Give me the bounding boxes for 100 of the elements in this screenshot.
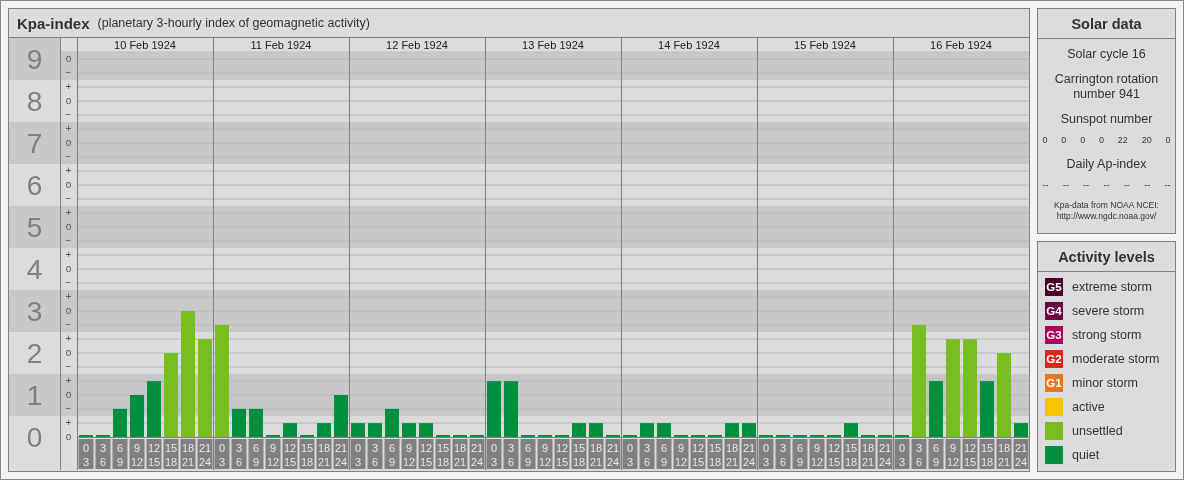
interval-label: 3 6	[95, 439, 111, 469]
x-tick-label: 0 3	[898, 442, 906, 468]
kp-minor-label: o	[65, 53, 72, 65]
x-tick-label: 0 3	[762, 442, 770, 468]
date-label: 14 Feb 1924	[658, 39, 720, 51]
interval-label: 12 15	[690, 439, 706, 469]
kp-bar	[351, 423, 365, 437]
interval-label: 0 3	[894, 439, 910, 469]
interval-label: 12 15	[554, 439, 570, 469]
kp-bar	[572, 423, 586, 437]
kp-bar	[113, 408, 127, 437]
interval-label: 9 12	[401, 439, 417, 469]
level-label: extreme storm	[1072, 280, 1152, 294]
kp-minor-label: +	[65, 207, 72, 219]
kp-bar	[317, 423, 331, 437]
kp-level-label: 6	[26, 170, 43, 202]
kp-bar	[725, 423, 739, 437]
interval-label: 18 21	[860, 439, 876, 469]
sunspot-value: 22	[1117, 135, 1128, 145]
kp-level-label: 1	[26, 380, 43, 411]
kp-minor-label: +	[65, 375, 72, 386]
kp-bar	[130, 395, 144, 437]
kp-level-label: 3	[26, 296, 43, 328]
panel-title: Solar data	[1038, 9, 1175, 39]
sunspot-value: 20	[1141, 135, 1152, 145]
interval-label: 9 12	[537, 439, 553, 469]
kp-bar	[334, 395, 348, 437]
kp-minor-label: o	[65, 389, 72, 400]
kp-minor-label: o	[65, 221, 72, 233]
date-label: 16 Feb 1924	[930, 39, 992, 51]
sunspot-value: 0	[1042, 135, 1048, 145]
kp-bar	[640, 423, 654, 437]
kp-bar	[402, 423, 416, 437]
x-tick-label: 6 9	[932, 442, 940, 468]
kp-minor-label: +	[65, 165, 72, 177]
interval-label: 12 15	[826, 439, 842, 469]
level-swatch: G3	[1045, 326, 1063, 344]
level-swatch: G2	[1045, 350, 1063, 368]
date-label: 13 Feb 1924	[522, 39, 584, 51]
kp-bar	[487, 381, 501, 437]
interval-label: 15 18	[707, 439, 723, 469]
level-label: strong storm	[1072, 328, 1142, 342]
date-label: 12 Feb 1924	[386, 39, 448, 51]
kp-minor-label: o	[65, 95, 72, 107]
sunspot-value: 0	[1061, 135, 1067, 145]
interval-label: 9 12	[129, 439, 145, 469]
interval-label: 3 6	[367, 439, 383, 469]
sunspot-value: 0	[1099, 135, 1104, 145]
interval-label: 15 18	[979, 439, 995, 469]
interval-label: 3 6	[911, 439, 927, 469]
level-label: moderate storm	[1072, 352, 1160, 366]
x-tick-label: 6 9	[388, 442, 396, 468]
interval-label: 0 3	[78, 439, 94, 469]
ap-index-value: --	[1144, 180, 1151, 190]
kp-bar	[980, 381, 994, 437]
kp-minor-label: −	[65, 67, 72, 79]
interval-label: 21 24	[605, 439, 621, 469]
carrington-text: Carrington rotation number 941	[1053, 72, 1160, 102]
chart-subtitle: (planetary 3-hourly index of geomagnetic activity)	[97, 16, 370, 30]
kp-minor-label: −	[65, 277, 72, 289]
interval-label: 12 15	[962, 439, 978, 469]
x-tick-label: 6 9	[524, 442, 532, 468]
interval-label: 18 21	[452, 439, 468, 469]
kp-bar	[249, 408, 263, 437]
interval-label: 18 21	[996, 439, 1012, 469]
x-tick-label: 3 6	[507, 442, 515, 468]
sunspot-value: 0	[1165, 135, 1171, 145]
interval-label: 15 18	[843, 439, 859, 469]
kp-minor-label: o	[65, 347, 72, 359]
source-text: Kpa-data from NOAA NCEI:	[1054, 200, 1159, 211]
kp-level-label: 5	[26, 212, 43, 244]
interval-label: 18 21	[724, 439, 740, 469]
sunspot-value: 0	[1080, 135, 1086, 145]
source-link[interactable]: http://www.ngdc.noaa.gov/	[1056, 211, 1157, 222]
interval-label: 15 18	[571, 439, 587, 469]
interval-label: 9 12	[265, 439, 281, 469]
ap-index-value: --	[1062, 180, 1069, 190]
interval-label: 0 3	[486, 439, 502, 469]
ap-index-value: --	[1083, 180, 1090, 190]
kp-level-label: 4	[26, 254, 43, 286]
kp-minor-label: o	[65, 137, 72, 149]
interval-label: 21 24	[333, 439, 349, 469]
interval-label: 3 6	[639, 439, 655, 469]
interval-label: 0 3	[350, 439, 366, 469]
level-label: quiet	[1072, 448, 1100, 462]
kp-bar	[385, 408, 399, 437]
kp-level-label: 7	[26, 128, 43, 160]
x-tick-label: 3 6	[779, 442, 787, 468]
kp-bar	[929, 381, 943, 437]
kp-bar	[589, 423, 603, 437]
ap-index-value: --	[1103, 180, 1110, 190]
interval-label: 21 24	[877, 439, 893, 469]
kp-level-label: 8	[26, 86, 43, 118]
interval-label: 3 6	[775, 439, 791, 469]
interval-label: 6 9	[656, 439, 672, 469]
kp-minor-label: −	[65, 109, 72, 121]
interval-label: 21 24	[1013, 439, 1029, 469]
interval-label: 18 21	[316, 439, 332, 469]
interval-label: 15 18	[435, 439, 451, 469]
interval-label: 15 18	[299, 439, 315, 469]
